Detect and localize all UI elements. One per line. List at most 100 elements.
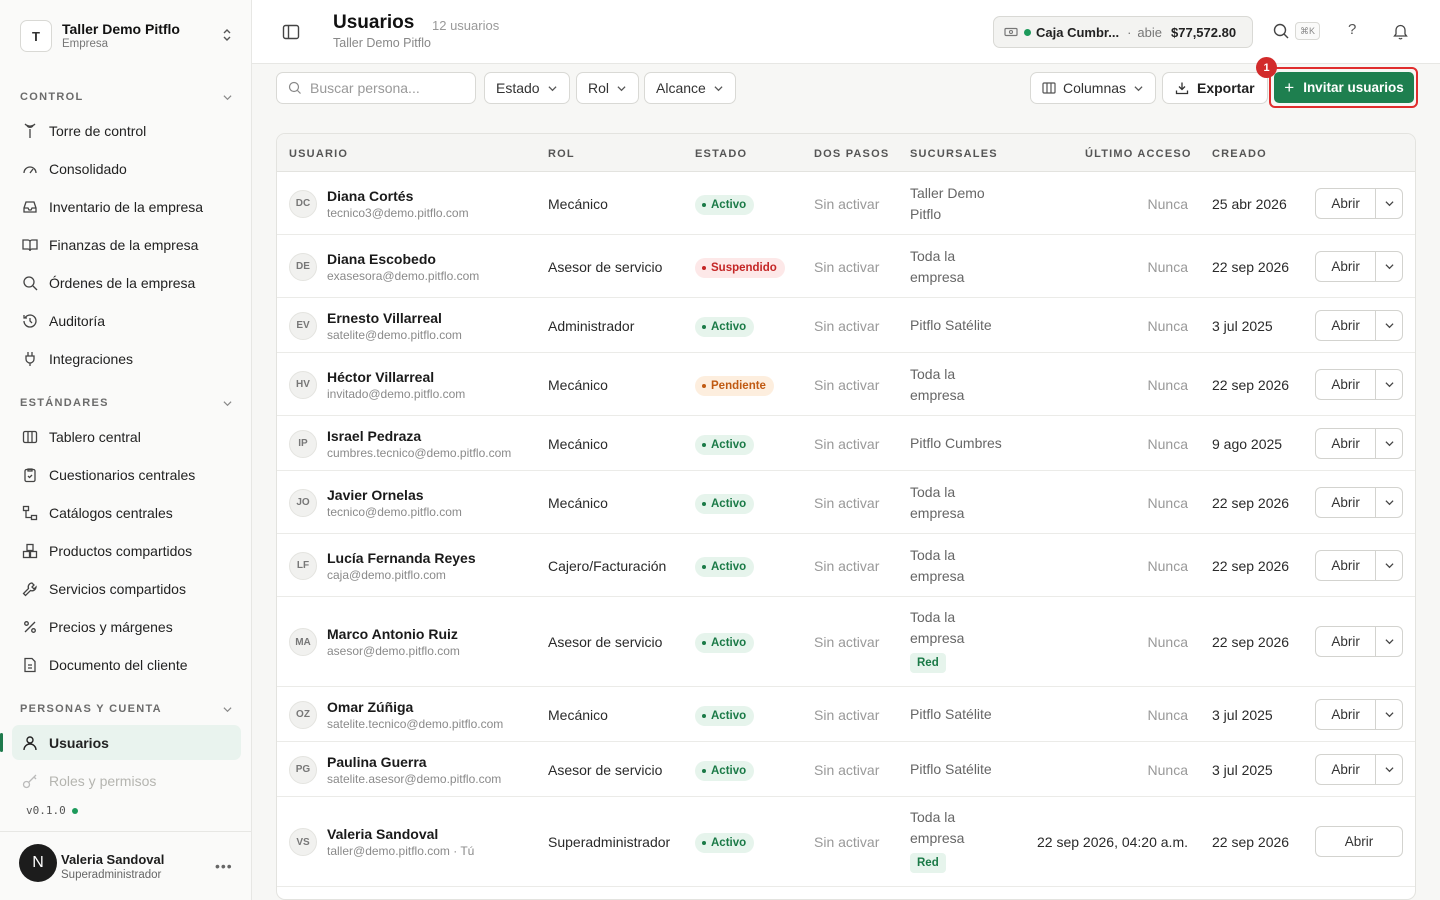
column-header[interactable]: USUARIO — [289, 148, 348, 160]
table-row[interactable]: JO Javier Ornelas tecnico@demo.pitflo.com M… — [277, 471, 1415, 534]
filter-alcance[interactable]: Alcance — [644, 72, 736, 104]
user-icon — [22, 735, 38, 751]
sidebar-item-catalogos[interactable]: Catálogos centrales — [12, 495, 241, 530]
open-menu-button[interactable] — [1375, 369, 1402, 399]
section-estandares[interactable]: ESTÁNDARES — [20, 397, 232, 409]
user-name[interactable]: Javier Ornelas — [327, 487, 424, 503]
two-factor-status: Sin activar — [814, 761, 880, 778]
user-name[interactable]: Omar Zúñiga — [327, 699, 413, 715]
user-name[interactable]: Marco Antonio Ruiz — [327, 626, 458, 642]
user-name[interactable]: Paulina Guerra — [327, 754, 427, 770]
sidebar-item-productos[interactable]: Productos compartidos — [12, 533, 241, 568]
sidebar-item-finanzas[interactable]: Finanzas de la empresa — [12, 227, 241, 262]
more-icon[interactable]: ••• — [215, 858, 233, 874]
sidebar-toggle-icon[interactable] — [282, 23, 300, 41]
user-name[interactable]: Valeria Sandoval — [327, 826, 438, 842]
table-row[interactable]: MA Marco Antonio Ruiz asesor@demo.pitflo.c… — [277, 597, 1415, 687]
sidebar-item-servicios[interactable]: Servicios compartidos — [12, 571, 241, 606]
open-button[interactable]: Abrir — [1316, 551, 1375, 580]
table-row[interactable]: LF Lucía Fernanda Reyes caja@demo.pitflo.c… — [277, 534, 1415, 597]
open-button[interactable]: Abrir — [1316, 429, 1375, 458]
column-header[interactable]: ESTADO — [695, 148, 747, 160]
current-user[interactable]: N Valeria Sandoval Superadministrador ••… — [0, 831, 251, 900]
open-button[interactable]: Abrir — [1316, 311, 1375, 340]
chevron-down-icon — [1385, 499, 1394, 505]
branch-line: Toda la — [910, 546, 956, 563]
filter-rol[interactable]: Rol — [576, 72, 640, 104]
column-header[interactable]: ROL — [548, 148, 575, 160]
table-row[interactable]: IP Israel Pedraza cumbres.tecnico@demo.pit… — [277, 416, 1415, 471]
table-row[interactable]: OZ Omar Zúñiga satelite.tecnico@demo.pitfl… — [277, 687, 1415, 742]
open-button[interactable]: Abrir — [1316, 755, 1375, 784]
invite-users-button[interactable]: + Invitar usuarios — [1274, 72, 1414, 103]
created-date: 3 jul 2025 — [1212, 761, 1273, 778]
sidebar-item-roles[interactable]: Roles y permisos — [12, 763, 241, 798]
status-dot — [702, 501, 706, 506]
two-factor-status: Sin activar — [814, 258, 880, 275]
avatar: MA — [289, 628, 317, 656]
user-name[interactable]: Lucía Fernanda Reyes — [327, 550, 476, 566]
export-button[interactable]: Exportar — [1162, 72, 1268, 104]
filter-estado[interactable]: Estado — [484, 72, 570, 104]
open-menu-button[interactable] — [1375, 251, 1402, 281]
book-icon — [22, 237, 38, 253]
open-menu-button[interactable] — [1375, 428, 1402, 458]
bell-icon[interactable] — [1392, 22, 1409, 40]
sidebar-item-precios[interactable]: Precios y márgenes — [12, 609, 241, 644]
user-name[interactable]: Ernesto Villarreal — [327, 310, 442, 326]
open-menu-button[interactable] — [1375, 310, 1402, 340]
chevron-down-icon — [714, 85, 723, 91]
help-icon[interactable]: ? — [1348, 21, 1356, 38]
column-header[interactable]: CREADO — [1212, 148, 1267, 160]
sidebar-item-usuarios[interactable]: Usuarios — [0, 725, 241, 760]
open-button[interactable]: Abrir — [1316, 488, 1375, 517]
open-menu-button[interactable] — [1375, 627, 1402, 656]
status-badge: Activo — [695, 316, 755, 337]
sidebar-item-documento[interactable]: Documento del cliente — [12, 647, 241, 682]
column-header[interactable]: ÚLTIMO ACCESO — [1085, 148, 1192, 160]
workspace-switcher[interactable]: T Taller Demo Pitflo Empresa — [20, 19, 240, 53]
column-header[interactable]: DOS PASOS — [814, 148, 889, 160]
open-button[interactable]: Abrir — [1316, 189, 1375, 218]
section-control[interactable]: CONTROL — [20, 91, 232, 103]
cash-register-button[interactable]: Caja Cumbr... · abie $77,572.80 — [993, 16, 1253, 48]
open-menu-button[interactable] — [1375, 487, 1402, 517]
open-menu-button[interactable] — [1375, 550, 1402, 580]
open-button[interactable]: Abrir — [1316, 700, 1375, 729]
search-icon[interactable] — [1272, 22, 1290, 40]
user-name[interactable]: Diana Cortés — [327, 188, 413, 204]
user-role: Administrador — [548, 317, 635, 334]
sidebar-item-auditoria[interactable]: Auditoría — [12, 303, 241, 338]
table-row[interactable]: DC Diana Cortés tecnico3@demo.pitflo.com Me… — [277, 172, 1415, 235]
sidebar-item-torre-de-control[interactable]: Torre de control — [12, 113, 241, 148]
columns-button[interactable]: Columnas — [1030, 72, 1157, 104]
sidebar-item-consolidado[interactable]: Consolidado — [12, 151, 241, 186]
sidebar-item-tablero-central[interactable]: Tablero central — [12, 419, 241, 454]
table-row[interactable]: HV Héctor Villarreal invitado@demo.pitflo.… — [277, 353, 1415, 416]
cash-separator: · — [1127, 24, 1132, 40]
column-header[interactable]: SUCURSALES — [910, 148, 998, 160]
table-row[interactable]: PG Paulina Guerra satelite.asesor@demo.pit… — [277, 742, 1415, 797]
chevron-down-icon — [223, 400, 232, 406]
sidebar-item-ordenes[interactable]: Órdenes de la empresa — [12, 265, 241, 300]
search-input[interactable]: Buscar persona... — [276, 72, 476, 104]
open-menu-button[interactable] — [1375, 754, 1402, 784]
last-access: Nunca — [1147, 761, 1188, 778]
user-name[interactable]: Diana Escobedo — [327, 251, 436, 267]
user-name[interactable]: Israel Pedraza — [327, 428, 421, 444]
open-button[interactable]: Abrir — [1316, 370, 1375, 399]
open-button[interactable]: Abrir — [1315, 826, 1403, 857]
table-row[interactable]: DE Diana Escobedo exasesora@demo.pitflo.co… — [277, 235, 1415, 298]
open-button[interactable]: Abrir — [1316, 252, 1375, 281]
user-name[interactable]: Héctor Villarreal — [327, 369, 434, 385]
table-row[interactable]: VS Valeria Sandoval taller@demo.pitflo.com… — [277, 797, 1415, 887]
open-menu-button[interactable] — [1375, 188, 1402, 218]
section-personas[interactable]: PERSONAS Y CUENTA — [20, 703, 232, 715]
sidebar-item-inventario[interactable]: Inventario de la empresa — [12, 189, 241, 224]
sidebar-item-integraciones[interactable]: Integraciones — [12, 341, 241, 376]
table-row[interactable]: EV Ernesto Villarreal satelite@demo.pitflo… — [277, 298, 1415, 353]
branch-line: empresa — [910, 386, 965, 403]
open-menu-button[interactable] — [1375, 699, 1402, 729]
open-button[interactable]: Abrir — [1316, 627, 1375, 656]
sidebar-item-cuestionarios[interactable]: Cuestionarios centrales — [12, 457, 241, 492]
